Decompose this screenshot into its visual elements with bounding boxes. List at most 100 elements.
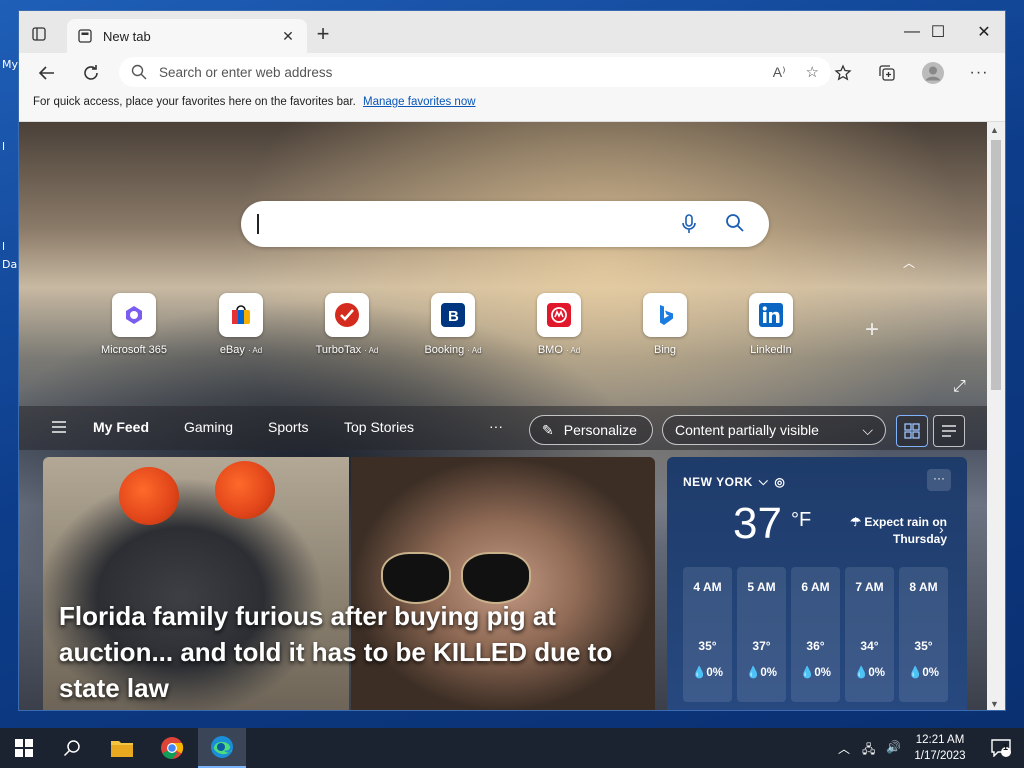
new-tab-page-icon — [78, 29, 92, 43]
news-headline[interactable]: Florida family furious after buying pig … — [59, 598, 649, 706]
refresh-icon[interactable] — [79, 61, 103, 85]
favorites-icon[interactable] — [831, 61, 855, 85]
news-card[interactable]: Florida family furious after buying pig … — [43, 457, 655, 710]
clock-time: 12:21 AM — [915, 734, 965, 746]
quick-link-booking[interactable]: B Booking · Ad — [408, 293, 498, 356]
search-submit-icon[interactable] — [725, 213, 745, 233]
new-tab-button[interactable]: + — [313, 23, 333, 45]
quick-link-linkedin[interactable]: LinkedIn — [726, 293, 816, 356]
chrome-icon[interactable] — [148, 728, 196, 768]
taskbar-search-icon[interactable] — [48, 728, 96, 768]
personalize-label: Personalize — [563, 422, 637, 438]
ebay-icon — [232, 305, 250, 324]
maximize-button[interactable]: ☐ — [923, 21, 953, 43]
ad-badge: · Ad — [364, 346, 379, 355]
weather-more-icon[interactable]: ··· — [927, 469, 951, 491]
add-quick-link-icon[interactable]: + — [865, 316, 879, 344]
ad-badge: · Ad — [565, 346, 581, 355]
taskbar: ︿ 🖧 🔊 12:21 AM 1/17/2023 1 — [0, 728, 1024, 768]
search-icon — [131, 64, 147, 80]
quick-link-label: Booking — [424, 344, 465, 356]
quick-link-label: TurboTax — [315, 344, 362, 356]
manage-favorites-link[interactable]: Manage favorites now — [363, 96, 476, 108]
add-favorite-icon[interactable]: ☆ — [806, 63, 819, 81]
tab-bar: New tab ✕ + — ☐ ✕ — [19, 11, 1005, 53]
microsoft-365-icon — [126, 306, 142, 324]
hourly-forecast: 4 AM 35° 💧0% 5 AM 37° 💧0% 6 AM 36° 💧0% 7… — [683, 567, 948, 702]
scroll-up-icon[interactable]: ▲ — [990, 125, 999, 135]
tab-top-stories[interactable]: Top Stories — [344, 419, 414, 435]
tab-my-feed[interactable]: My Feed — [93, 419, 149, 435]
scrollbar-thumb[interactable] — [991, 140, 1001, 390]
weather-card[interactable]: NEW YORK ⌵ ◎ ··· 37 °F ☂ Expect rain on … — [667, 457, 967, 710]
quick-link-turbotax[interactable]: TurboTax · Ad — [302, 293, 392, 356]
personalize-button[interactable]: ✎ Personalize — [529, 415, 653, 445]
expand-background-icon[interactable]: ⤢ — [953, 378, 966, 396]
edge-icon[interactable] — [198, 728, 246, 768]
weather-unit[interactable]: °F — [791, 509, 811, 532]
hourly-item: 8 AM 35° 💧0% — [899, 567, 948, 702]
new-tab-page: ︿ Microsoft 365 eBay · Ad TurboTax · Ad … — [19, 122, 989, 710]
address-bar[interactable]: Search or enter web address A⁾ ☆ — [119, 57, 831, 87]
umbrella-icon: ☂ — [850, 515, 865, 529]
raindrop-icon: 💧 — [746, 667, 761, 679]
web-search-box[interactable] — [241, 201, 769, 247]
page-scrollbar[interactable]: ▲ ▼ — [987, 122, 1005, 710]
hour-rain: 0% — [922, 667, 939, 679]
hour-rain: 0% — [706, 667, 723, 679]
profile-avatar[interactable] — [921, 61, 945, 85]
close-window-button[interactable]: ✕ — [969, 21, 999, 43]
chevron-up-icon[interactable]: ︿ — [903, 254, 915, 271]
network-icon[interactable]: 🖧 — [862, 740, 875, 761]
ad-badge: · Ad — [467, 346, 482, 355]
favorites-bar-text: For quick access, place your favorites h… — [33, 96, 356, 108]
weather-location[interactable]: NEW YORK ⌵ ◎ — [683, 474, 785, 489]
quick-link-label: eBay — [219, 344, 245, 356]
quick-link-bmo[interactable]: BMO · Ad — [514, 293, 604, 356]
hour-time: 7 AM — [855, 580, 884, 594]
collections-icon[interactable] — [875, 61, 899, 85]
hour-temp: 35° — [914, 639, 933, 653]
tab-sports[interactable]: Sports — [268, 419, 308, 435]
volume-icon[interactable]: 🔊 — [886, 740, 901, 754]
quick-link-microsoft-365[interactable]: Microsoft 365 — [89, 293, 179, 356]
globe-icon: ◎ — [774, 474, 786, 489]
tab-new-tab[interactable]: New tab ✕ — [67, 19, 307, 53]
file-explorer-icon[interactable] — [98, 728, 146, 768]
chevron-right-icon[interactable]: › — [939, 521, 944, 537]
start-button[interactable] — [0, 728, 48, 768]
menu-icon[interactable] — [51, 420, 67, 439]
weather-forecast[interactable]: ☂ Expect rain on Thursday — [835, 514, 947, 548]
quick-link-bing[interactable]: Bing — [620, 293, 710, 356]
notifications-button[interactable]: 1 — [978, 728, 1024, 768]
hourly-item: 4 AM 35° 💧0% — [683, 567, 732, 702]
microphone-icon[interactable] — [679, 213, 699, 235]
list-view-icon[interactable] — [933, 415, 965, 447]
pumpkin-decoration — [215, 461, 275, 519]
clock[interactable]: 12:21 AM 1/17/2023 — [906, 732, 974, 764]
content-visibility-dropdown[interactable]: Content partially visible ⌵ — [662, 415, 886, 445]
grid-view-icon[interactable] — [896, 415, 928, 447]
ad-badge: · Ad — [247, 346, 263, 355]
feed-navigation: My Feed Gaming Sports Top Stories ··· ✎ … — [19, 406, 989, 450]
more-tabs-icon[interactable]: ··· — [489, 418, 503, 434]
quick-link-label: Bing — [653, 344, 677, 356]
hourly-item: 5 AM 37° 💧0% — [737, 567, 786, 702]
show-hidden-icons[interactable]: ︿ — [838, 740, 850, 757]
settings-more-icon[interactable]: ··· — [967, 61, 991, 85]
text-caret — [257, 214, 259, 234]
quick-link-ebay[interactable]: eBay · Ad — [196, 293, 286, 356]
close-tab-icon[interactable]: ✕ — [279, 27, 297, 45]
desktop-label: My — [2, 58, 19, 71]
back-icon[interactable] — [35, 61, 59, 85]
hour-time: 8 AM — [909, 580, 938, 594]
tab-actions-icon[interactable] — [29, 24, 49, 44]
hour-time: 4 AM — [693, 580, 722, 594]
scroll-down-icon[interactable]: ▼ — [990, 699, 999, 709]
bmo-icon — [547, 303, 571, 327]
read-aloud-icon[interactable]: A⁾ — [773, 64, 786, 81]
hourly-item: 7 AM 34° 💧0% — [845, 567, 894, 702]
hour-rain: 0% — [814, 667, 831, 679]
tab-gaming[interactable]: Gaming — [184, 419, 233, 435]
hour-temp: 36° — [806, 639, 825, 653]
